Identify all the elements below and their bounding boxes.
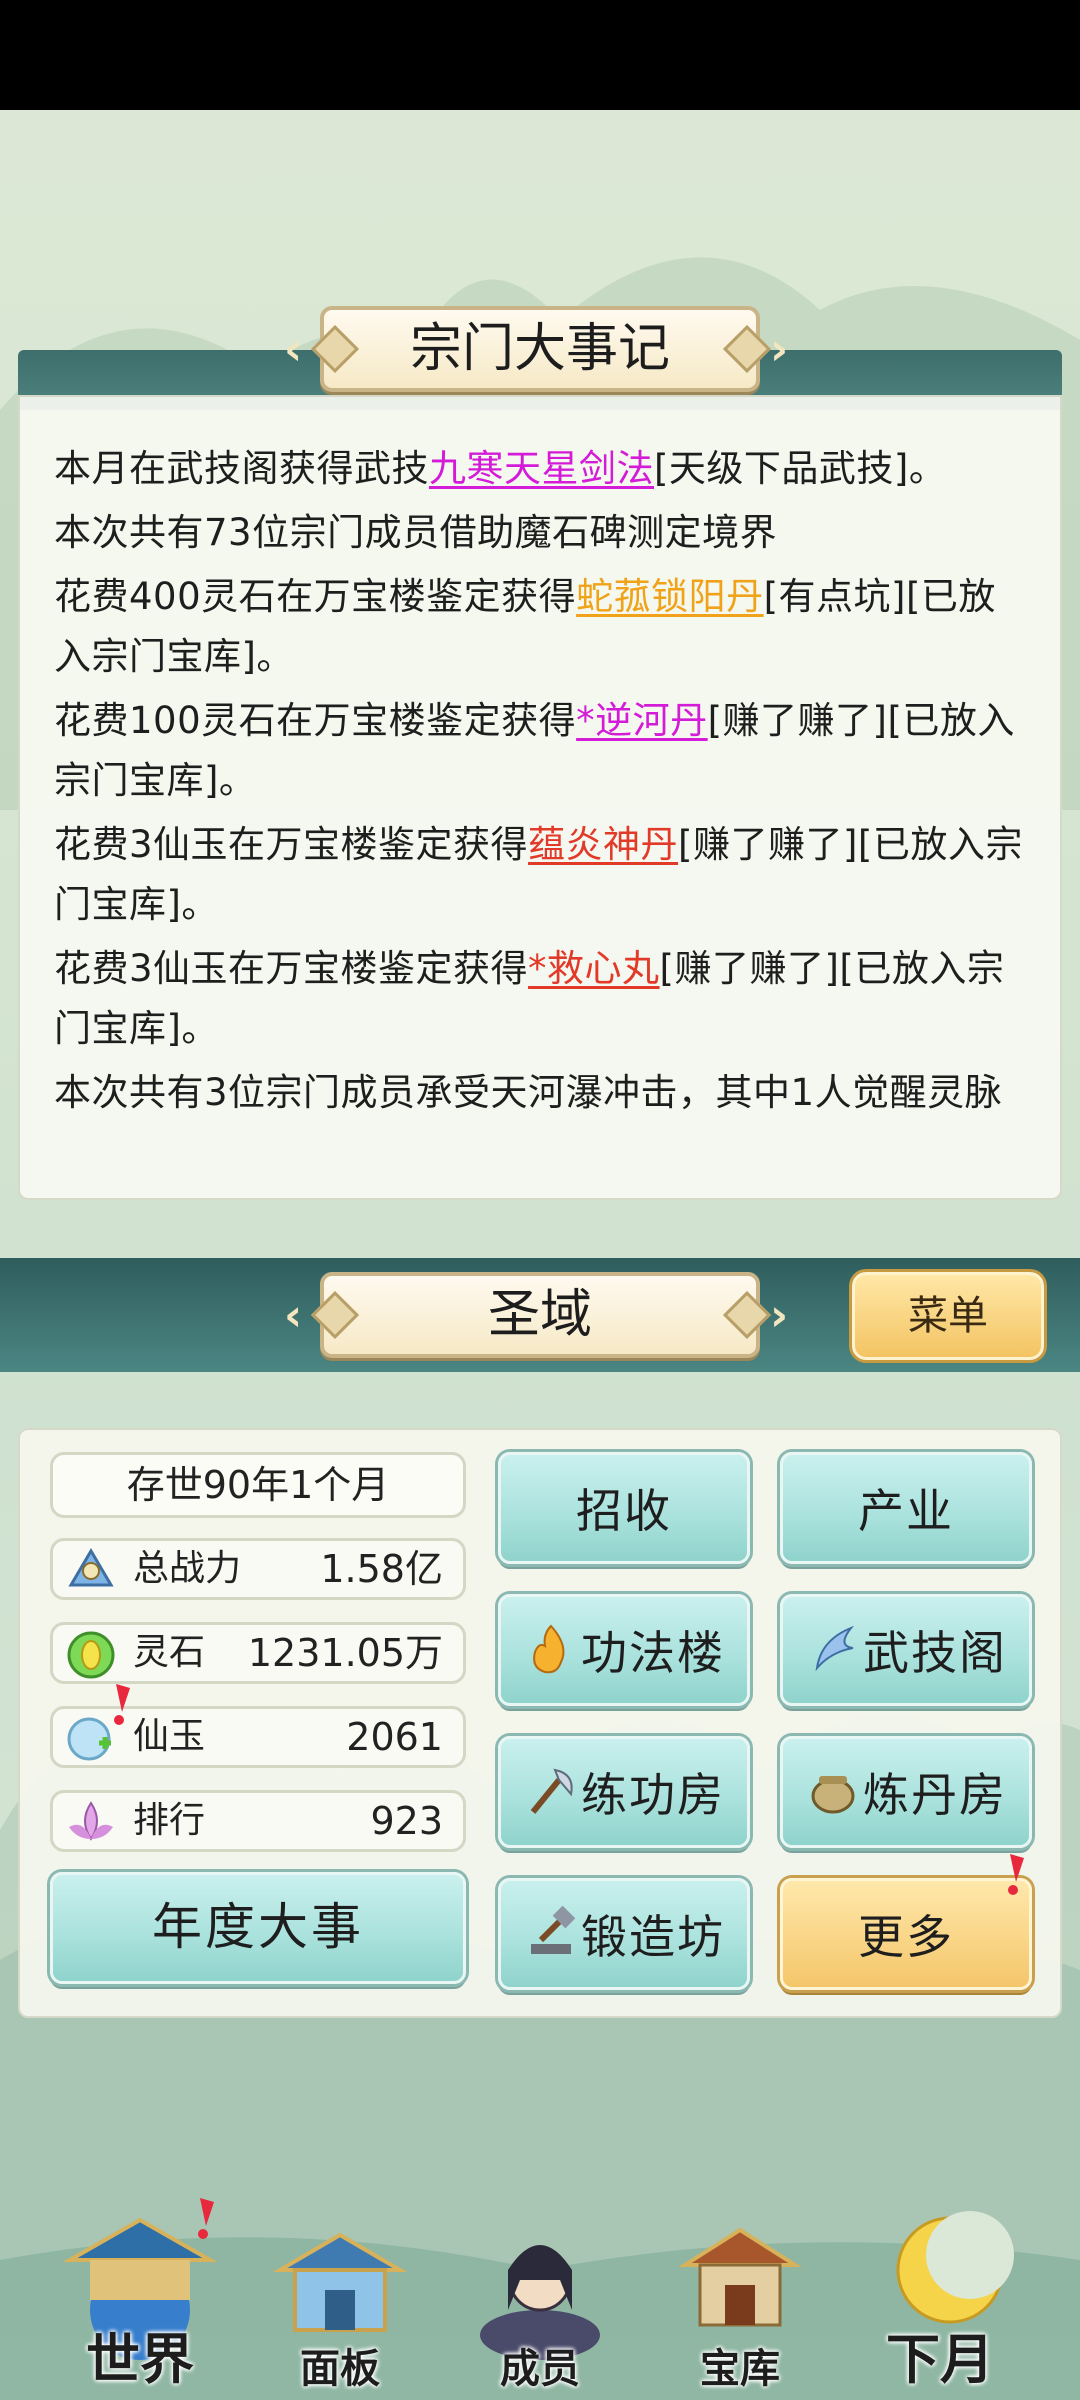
martial-pavilion-label: 武技阁 <box>863 1626 1007 1680</box>
rank-stat: 排行 923 <box>50 1790 466 1852</box>
event-line: 花费100灵石在万宝楼鉴定获得*逆河丹[赚了赚了][已放入宗门宝库]。 <box>54 691 1026 811</box>
right-arrow-icon: › <box>770 324 789 375</box>
nav-next-month-label: 下月 <box>886 2328 994 2391</box>
axe-icon <box>523 1764 579 1820</box>
power-label: 总战力 <box>133 1548 242 1589</box>
nav-panel[interactable]: 面板 <box>240 2200 440 2400</box>
status-bar <box>0 0 1080 110</box>
event-text: 花费100灵石在万宝楼鉴定获得 <box>54 699 577 742</box>
event-list: 本月在武技阁获得武技九寒天星剑法[天级下品武技]。本次共有73位宗门成员借助魔石… <box>54 439 1026 1123</box>
nav-members-label: 成员 <box>500 2346 580 2392</box>
alert-badge-icon <box>114 1684 130 1725</box>
nav-next-month[interactable]: 下月 <box>840 2200 1040 2400</box>
nav-treasury-label: 宝库 <box>700 2346 780 2392</box>
forge-label: 锻造坊 <box>581 1910 725 1964</box>
menu-button[interactable]: 菜单 <box>852 1272 1044 1360</box>
jade-value: 2061 <box>346 1715 443 1759</box>
event-text: 花费3仙玉在万宝楼鉴定获得 <box>54 823 529 866</box>
recruit-label: 招收 <box>576 1484 672 1538</box>
training-room-label: 练功房 <box>581 1768 725 1822</box>
nav-world-label: 世界 <box>86 2328 194 2391</box>
right-arrow-icon[interactable]: › <box>770 1290 788 1341</box>
power-value: 1.58亿 <box>320 1547 443 1591</box>
rank-label: 排行 <box>133 1800 206 1841</box>
event-item-link[interactable]: 九寒天星剑法 <box>429 447 654 490</box>
event-item-link[interactable]: *救心丸 <box>528 947 660 990</box>
event-line: 花费3仙玉在万宝楼鉴定获得蕴炎神丹[赚了赚了][已放入宗门宝库]。 <box>54 815 1026 935</box>
more-button[interactable]: 更多 <box>780 1878 1032 1990</box>
event-line: 花费3仙玉在万宝楼鉴定获得*救心丸[赚了赚了][已放入宗门宝库]。 <box>54 939 1026 1059</box>
training-room-button[interactable]: 练功房 <box>498 1736 750 1848</box>
spirit-stone-stat: 灵石 1231.05万 <box>50 1622 466 1684</box>
event-text: 本次共有73位宗门成员借助魔石碑测定境界 <box>54 511 778 554</box>
holy-title: 圣域 <box>487 1285 592 1345</box>
rank-value: 923 <box>370 1799 443 1843</box>
industry-label: 产业 <box>858 1484 954 1538</box>
blade-wave-icon <box>805 1622 861 1678</box>
events-panel: 本月在武技阁获得武技九寒天星剑法[天级下品武技]。本次共有73位宗门成员借助魔石… <box>18 395 1062 1200</box>
event-item-link[interactable]: 蕴炎神丹 <box>528 823 678 866</box>
event-text: 本月在武技阁获得武技 <box>54 447 429 490</box>
hammer-anvil-icon <box>523 1906 579 1962</box>
alert-badge-icon <box>198 2198 214 2239</box>
spirit-stone-value: 1231.05万 <box>247 1631 443 1675</box>
event-item-link[interactable]: 蛇菰锁阳丹 <box>576 575 764 618</box>
nav-treasury[interactable]: 宝库 <box>640 2200 840 2400</box>
event-line: 本次共有3位宗门成员承受天河瀑冲击，其中1人觉醒灵脉 <box>54 1063 1026 1123</box>
left-arrow-icon: ‹ <box>284 324 303 375</box>
holy-title-banner: ‹ 圣域 › <box>284 1272 790 1358</box>
events-title: 宗门大事记 <box>409 319 670 379</box>
forge-button[interactable]: 锻造坊 <box>498 1878 750 1990</box>
event-line: 花费400灵石在万宝楼鉴定获得蛇菰锁阳丹[有点坑][已放入宗门宝库]。 <box>54 567 1026 687</box>
spirit-stone-icon <box>59 1621 123 1685</box>
event-text: 花费3仙玉在万宝楼鉴定获得 <box>54 947 529 990</box>
sword-emblem-icon <box>59 1537 123 1601</box>
events-title-banner: ‹ 宗门大事记 › <box>284 306 790 392</box>
event-item-link[interactable]: *逆河丹 <box>576 699 708 742</box>
left-arrow-icon[interactable]: ‹ <box>284 1290 302 1341</box>
alert-badge-icon <box>1008 1854 1024 1895</box>
cauldron-icon <box>805 1764 861 1820</box>
nav-panel-label: 面板 <box>300 2346 380 2392</box>
event-text: [天级下品武技]。 <box>654 447 947 490</box>
jade-label: 仙玉 <box>133 1716 206 1757</box>
alchemy-room-button[interactable]: 炼丹房 <box>780 1736 1032 1848</box>
alchemy-room-label: 炼丹房 <box>863 1768 1007 1822</box>
age-display: 存世90年1个月 <box>50 1452 466 1518</box>
power-stat: 总战力 1.58亿 <box>50 1538 466 1600</box>
technique-hall-button[interactable]: 功法楼 <box>498 1594 750 1706</box>
annual-events-button[interactable]: 年度大事 <box>50 1872 466 1984</box>
more-label: 更多 <box>858 1910 954 1964</box>
event-line: 本月在武技阁获得武技九寒天星剑法[天级下品武技]。 <box>54 439 1026 499</box>
recruit-button[interactable]: 招收 <box>498 1452 750 1564</box>
event-line: 本次共有73位宗门成员借助魔石碑测定境界 <box>54 503 1026 563</box>
event-text: 本次共有3位宗门成员承受天河瀑冲击，其中1人觉醒灵脉 <box>54 1071 1003 1114</box>
spirit-stone-label: 灵石 <box>133 1632 206 1673</box>
lotus-icon <box>59 1789 123 1853</box>
technique-hall-label: 功法楼 <box>581 1626 725 1680</box>
flame-icon <box>523 1622 579 1678</box>
industry-button[interactable]: 产业 <box>780 1452 1032 1564</box>
event-text: 花费400灵石在万宝楼鉴定获得 <box>54 575 577 618</box>
martial-pavilion-button[interactable]: 武技阁 <box>780 1594 1032 1706</box>
nav-members[interactable]: 成员 <box>440 2200 640 2400</box>
